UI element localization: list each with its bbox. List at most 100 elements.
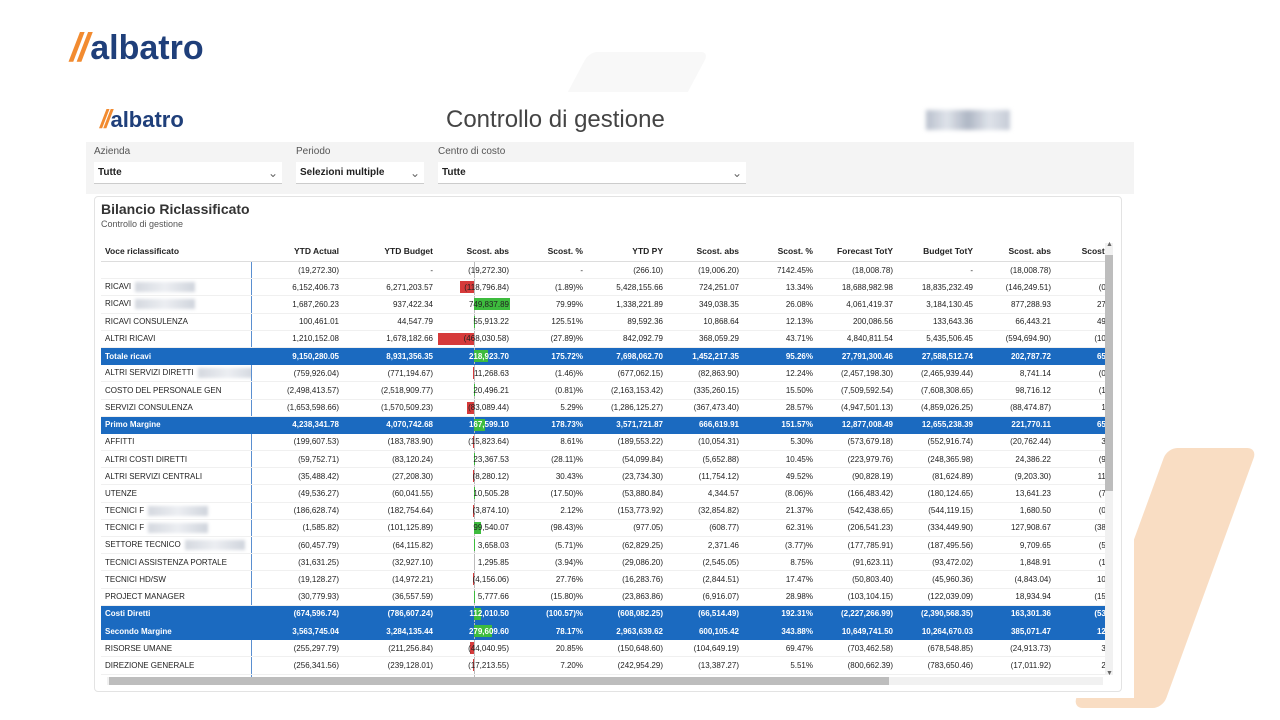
azienda-dropdown[interactable]: Tutte ⌄	[94, 162, 282, 184]
cell-value: (32,854.82)	[667, 502, 743, 520]
cell-value: 99,540.07	[473, 523, 509, 533]
cell-value: (1.30	[1055, 381, 1105, 400]
scroll-down-icon[interactable]: ▼	[1106, 670, 1113, 677]
table-row[interactable]: COSTO DEL PERSONALE GEN (2,498,413.57) (2,…	[101, 381, 1105, 400]
cell-value: 62.31%	[743, 519, 817, 538]
cell-value: (800,662.39)	[817, 656, 897, 675]
total-row[interactable]: Secondo Margine 3,563,745.04 3,284,135.44 2…	[101, 622, 1105, 641]
column-header[interactable]: YTD Budget	[343, 241, 437, 262]
scrollbar-thumb[interactable]	[109, 677, 889, 685]
cell-value: (8,280.12)	[472, 471, 509, 481]
table-row[interactable]: SERVIZI CONSULENZA (1,653,598.66) (1,570,5…	[101, 399, 1105, 417]
bilancio-matrix: Voce riclassificato YTD Actual YTD Budget S…	[101, 241, 1105, 677]
column-header[interactable]: YTD Actual	[251, 241, 343, 262]
column-header[interactable]: Scost. %	[1055, 241, 1105, 262]
cell-value: 133,643.36	[897, 313, 977, 331]
table-row[interactable]: SETTORE TECNICO (60,457.79) (64,115.82) 3,6…	[101, 536, 1105, 555]
column-header[interactable]: YTD PY	[587, 241, 667, 262]
cell-value: (2,227,266.99)	[817, 605, 897, 623]
column-header[interactable]: Scost. %	[513, 241, 587, 262]
cell-value: (367,473.40)	[667, 399, 743, 417]
table-row[interactable]: ALTRI SERVIZI CENTRALI (35,488.42) (27,208…	[101, 467, 1105, 486]
column-header[interactable]: Scost. %	[743, 241, 817, 262]
cell-value: (83,120.24)	[343, 450, 437, 469]
cell-value: 65.72	[1055, 416, 1105, 434]
table-row[interactable]: AFFITTI (199,607.53) (183,783.90) (15,823.6…	[101, 433, 1105, 452]
table-row[interactable]: TECNICI ASSISTENZA PORTALE (31,631.25) (32…	[101, 553, 1105, 572]
scost-abs-cell: 20,496.21	[437, 381, 513, 400]
cell-value: (10,054.31)	[667, 433, 743, 452]
table-row[interactable]: RICAVI 6,152,406.73 6,271,203.57 (118,796.8…	[101, 278, 1105, 297]
cell-value: (17.50)%	[513, 484, 587, 503]
table-row[interactable]: (19,272.30) - (19,272.30) - (266.10) (19,006.…	[101, 261, 1105, 280]
cell-value: 127,908.67	[977, 519, 1055, 538]
cell-value: 5.29%	[513, 399, 587, 417]
table-row[interactable]: TECNICI F (1,585.82) (101,125.89) 99,540.07…	[101, 519, 1105, 538]
table-row[interactable]: PROJECT MANAGER (30,779.93) (36,557.59) 5,7…	[101, 588, 1105, 606]
cell-value: 12,655,238.39	[897, 416, 977, 434]
column-header[interactable]: Scost. abs	[977, 241, 1055, 262]
cell-value: 10,264,670.03	[897, 622, 977, 641]
column-header[interactable]: Budget TotY	[897, 241, 977, 262]
cell-value: (49,536.27)	[251, 484, 343, 503]
matrix-table-container: Voce riclassificato YTD Actual YTD Budget S…	[101, 241, 1105, 677]
cell-value: (2,163,153.42)	[587, 381, 667, 400]
cell-value: (9,203.30)	[977, 467, 1055, 486]
cell-value: 12.13%	[743, 313, 817, 331]
cell-value: (1,570,509.23)	[343, 399, 437, 417]
cell-value: 18,835,232.49	[897, 278, 977, 297]
cell-value: 10,649,741.50	[817, 622, 897, 641]
column-header[interactable]: Voce riclassificato	[101, 241, 251, 262]
total-row[interactable]: Primo Margine 4,238,341.78 4,070,742.68 167…	[101, 416, 1105, 434]
cell-value: (594,694.90)	[977, 330, 1055, 348]
filter-periodo: Periodo Selezioni multiple ⌄	[296, 146, 424, 184]
cell-value: 20.85%	[513, 639, 587, 658]
cell-value: (255,297.79)	[251, 639, 343, 658]
cell-value: 12,877,008.49	[817, 416, 897, 434]
scrollbar-thumb[interactable]	[1105, 255, 1113, 491]
table-row[interactable]: TECNICI F (186,628.74) (182,754.64) (3,874.…	[101, 502, 1105, 520]
column-header[interactable]: Scost. abs	[437, 241, 513, 262]
row-label: DIREZIONE GENERALE	[101, 656, 252, 675]
scroll-up-icon[interactable]: ▲	[1106, 241, 1113, 248]
cell-value: 89,592.36	[587, 313, 667, 331]
table-row[interactable]: ALTRI RICAVI 1,210,152.08 1,678,182.66 (468…	[101, 330, 1105, 348]
centro-di-costo-dropdown[interactable]: Tutte ⌄	[438, 162, 746, 184]
horizontal-scrollbar[interactable]	[107, 677, 1103, 685]
table-row[interactable]: ALTRI SERVIZI DIRETTI (759,926.04) (771,19…	[101, 364, 1105, 383]
row-label: TECNICI F	[101, 502, 252, 520]
cell-value: (31,631.25)	[251, 553, 343, 572]
albatro-logo: // albatro	[70, 26, 204, 71]
periodo-dropdown[interactable]: Selezioni multiple ⌄	[296, 162, 424, 184]
cell-value: (29,086.20)	[587, 553, 667, 572]
cell-value: (256,341.56)	[251, 656, 343, 675]
cell-value: (20,762.44)	[977, 433, 1055, 452]
total-row[interactable]: Totale ricavi 9,150,280.05 8,931,356.35 218…	[101, 347, 1105, 366]
cell-value: (81,624.89)	[897, 467, 977, 486]
cell-value: 10,505.28	[473, 489, 509, 499]
cell-value: 7142.45%	[743, 261, 817, 280]
table-row[interactable]: RISORSE UMANE (255,297.79) (211,256.84) (44…	[101, 639, 1105, 658]
cell-value: (783,650.46)	[897, 656, 977, 675]
cell-value: (27,208.30)	[343, 467, 437, 486]
table-row[interactable]: TECNICI HD/SW (19,128.27) (14,972.21) (4,15…	[101, 570, 1105, 589]
table-row[interactable]: RICAVI 1,687,260.23 937,422.34 749,837.89 79…	[101, 295, 1105, 314]
vertical-scrollbar[interactable]: ▲ ▼	[1105, 241, 1113, 677]
cell-value: (2,465,939.44)	[897, 364, 977, 383]
scost-abs-cell: (15,823.64)	[437, 433, 513, 452]
row-label: RISORSE UMANE	[101, 639, 252, 658]
masked-text	[184, 540, 245, 551]
total-row[interactable]: Costi Diretti (674,596.74) (786,607.24) 112…	[101, 605, 1105, 623]
table-row[interactable]: DIREZIONE GENERALE (256,341.56) (239,128.0…	[101, 656, 1105, 675]
cell-value: 8.75%	[743, 553, 817, 572]
column-header[interactable]: Scost. abs	[667, 241, 743, 262]
scost-abs-cell: (44,040.95)	[437, 639, 513, 658]
cell-value: 666,619.91	[667, 416, 743, 434]
cell-value: (35,488.42)	[251, 467, 343, 486]
cell-value: (573,679.18)	[817, 433, 897, 452]
table-row[interactable]: ALTRI COSTI DIRETTI (59,752.71) (83,120.24…	[101, 450, 1105, 469]
cell-value: 842,092.79	[587, 330, 667, 348]
table-row[interactable]: UTENZE (49,536.27) (60,041.55) 10,505.28 (17…	[101, 484, 1105, 503]
table-row[interactable]: RICAVI CONSULENZA 100,461.01 44,547.79 55,9…	[101, 313, 1105, 331]
column-header[interactable]: Forecast TotY	[817, 241, 897, 262]
